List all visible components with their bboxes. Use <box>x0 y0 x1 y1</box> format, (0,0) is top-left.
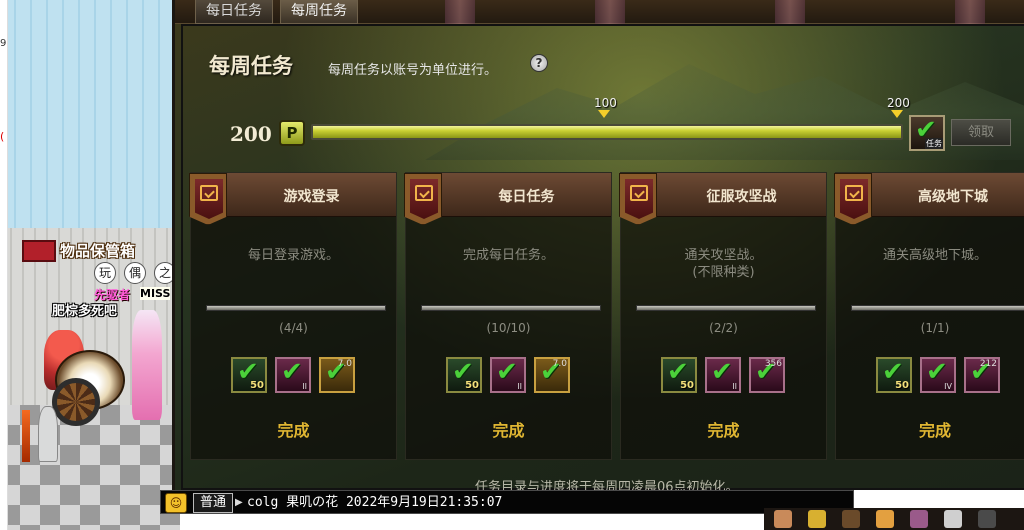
quickbar-icon[interactable] <box>910 510 928 528</box>
npc-name-storage[interactable]: 物品保管箱 <box>60 240 135 261</box>
game-world-scene: 9 ( 物品保管箱 玩 偶 之 先驱者 MISS 肥棕多死吧 <box>0 0 180 530</box>
quest-progress-bar <box>421 305 601 311</box>
claim-button[interactable]: 领取 <box>951 119 1011 146</box>
quickbar-icon[interactable] <box>876 510 894 528</box>
emoticon-icon[interactable]: ☺ <box>165 493 187 513</box>
quest-card-header: 高级地下城 <box>834 173 1024 225</box>
quest-progress-bar <box>636 305 816 311</box>
quest-progress-bar <box>206 305 386 311</box>
quest-card: 游戏登录 每日登录游戏。 (4/4) ✔ 50 ✔ II ✔ 7.0 完成 <box>189 172 397 460</box>
chat-input[interactable]: colg 果叽の花 2022年9月19日21:35:07 <box>247 493 502 513</box>
milestone-reward-icon[interactable]: ✔ 任务 <box>909 115 945 151</box>
quest-status: 完成 <box>492 421 525 440</box>
npc-character-pink[interactable] <box>132 310 162 420</box>
reward-items: ✔ 50 ✔ II ✔ 7.0 <box>231 357 361 393</box>
quest-name: 每日任务 <box>498 189 555 205</box>
reward-item-ticket-icon[interactable]: ✔ 7.0 <box>319 357 355 393</box>
tab-daily-quests[interactable]: 每日任务 <box>195 0 273 24</box>
milestone-label: 100 <box>594 96 617 110</box>
quest-name: 高级地下城 <box>918 189 988 205</box>
milestone-marker-icon <box>891 110 903 118</box>
tab-weekly-quests[interactable]: 每周任务 <box>280 0 358 24</box>
character-name: 肥棕多死吧 <box>52 304 118 319</box>
cart-wheel <box>52 378 100 426</box>
reward-item-box-icon[interactable]: ✔ II <box>705 357 741 393</box>
emote-bubble: 玩 <box>94 262 116 284</box>
points-progress-bar <box>311 124 903 140</box>
edge-number: 9 <box>0 38 7 49</box>
calendar-badge-icon <box>619 173 657 225</box>
points-progress-fill <box>313 126 901 138</box>
weekly-quest-window: 每日任务 每周任务 每周任务 每周任务以账号为单位进行。 ? 200 P 100… <box>172 0 1024 490</box>
reward-item-box-icon[interactable]: ✔ IV <box>920 357 956 393</box>
quest-status: 完成 <box>707 421 740 440</box>
quest-card: 每日任务 完成每日任务。 (10/10) ✔ 50 ✔ II ✔ 7.0 完成 <box>404 172 612 460</box>
quest-card: 征服攻坚战 通关攻坚战。 (不限种类) (2/2) ✔ 50 ✔ II ✔ 356 完成 <box>619 172 827 460</box>
reward-item-gold-bag-icon[interactable]: ✔ 50 <box>231 357 267 393</box>
reward-items: ✔ 50 ✔ IV ✔ 212 <box>876 357 1006 393</box>
reward-item-gold-bag-icon[interactable]: ✔ 50 <box>876 357 912 393</box>
quest-status: 完成 <box>918 421 951 440</box>
quest-description: 完成每日任务。 <box>462 248 554 263</box>
quickbar-icon[interactable] <box>944 510 962 528</box>
reward-item-ticket-icon[interactable]: ✔ 7.0 <box>534 357 570 393</box>
quickbar-strip <box>764 508 1024 530</box>
reward-item-gold-bag-icon[interactable]: ✔ 50 <box>446 357 482 393</box>
world-sky <box>0 0 180 230</box>
page-title: 每周任务 <box>209 53 293 78</box>
reward-item-material-icon[interactable]: ✔ 212 <box>964 357 1000 393</box>
quest-count: (10/10) <box>486 321 531 335</box>
quest-count: (4/4) <box>279 321 308 335</box>
quest-description: 每日登录游戏。 <box>247 248 339 263</box>
reward-items: ✔ 50 ✔ II ✔ 356 <box>661 357 791 393</box>
milestone-marker-icon <box>598 110 610 118</box>
quest-card-header: 游戏登录 <box>189 173 396 225</box>
quest-status: 完成 <box>277 421 310 440</box>
caret-right-icon: ▶ <box>235 497 243 508</box>
quickbar-icon[interactable] <box>808 510 826 528</box>
sword-prop <box>22 410 30 462</box>
emote-bubble: 偶 <box>124 262 146 284</box>
quest-card-header: 征服攻坚战 <box>619 173 826 225</box>
quest-count: (2/2) <box>709 321 738 335</box>
quickbar-icon[interactable] <box>842 510 860 528</box>
reset-notice: 任务目录与进度将于每周四凌晨06点初始化。 <box>475 480 739 490</box>
quest-name: 游戏登录 <box>283 189 340 205</box>
quest-name: 征服攻坚战 <box>706 189 777 205</box>
chat-bar: ☺ 普通 ▶ colg 果叽の花 2022年9月19日21:35:07 <box>160 490 854 514</box>
quest-card-header: 每日任务 <box>404 173 611 225</box>
calendar-badge-icon <box>834 173 872 225</box>
calendar-badge-icon <box>404 173 442 225</box>
quickbar-icon[interactable] <box>978 510 996 528</box>
reward-items: ✔ 50 ✔ II ✔ 7.0 <box>446 357 576 393</box>
quest-card: 高级地下城 通关高级地下城。 (1/1) ✔ 50 ✔ IV ✔ 212 完成 <box>834 172 1024 460</box>
reward-item-box-icon[interactable]: ✔ II <box>275 357 311 393</box>
quest-description: 通关攻坚战。 (不限种类) <box>684 248 763 280</box>
edge-panel <box>0 0 8 530</box>
storage-box-icon[interactable] <box>22 240 56 262</box>
quest-progress-bar <box>851 305 1024 311</box>
reward-item-gold-bag-icon[interactable]: ✔ 50 <box>661 357 697 393</box>
quest-description: 通关高级地下城。 <box>882 248 987 263</box>
reward-item-box-icon[interactable]: ✔ II <box>490 357 526 393</box>
chat-channel-select[interactable]: 普通 <box>193 493 233 513</box>
calendar-badge-icon <box>189 173 227 225</box>
quickbar-icon[interactable] <box>774 510 792 528</box>
milestone-label: 200 <box>887 96 910 110</box>
edge-mark: ( <box>0 130 5 143</box>
page-subtitle: 每周任务以账号为单位进行。 <box>328 63 498 78</box>
quest-count: (1/1) <box>920 321 950 335</box>
help-icon[interactable]: ? <box>530 54 548 72</box>
points-icon: P <box>279 120 305 146</box>
points-value: 200 <box>230 122 272 146</box>
reward-item-material-icon[interactable]: ✔ 356 <box>749 357 785 393</box>
statue-figure <box>38 406 58 462</box>
miss-indicator: MISS <box>140 287 171 300</box>
reward-tag: 任务 <box>925 138 943 149</box>
